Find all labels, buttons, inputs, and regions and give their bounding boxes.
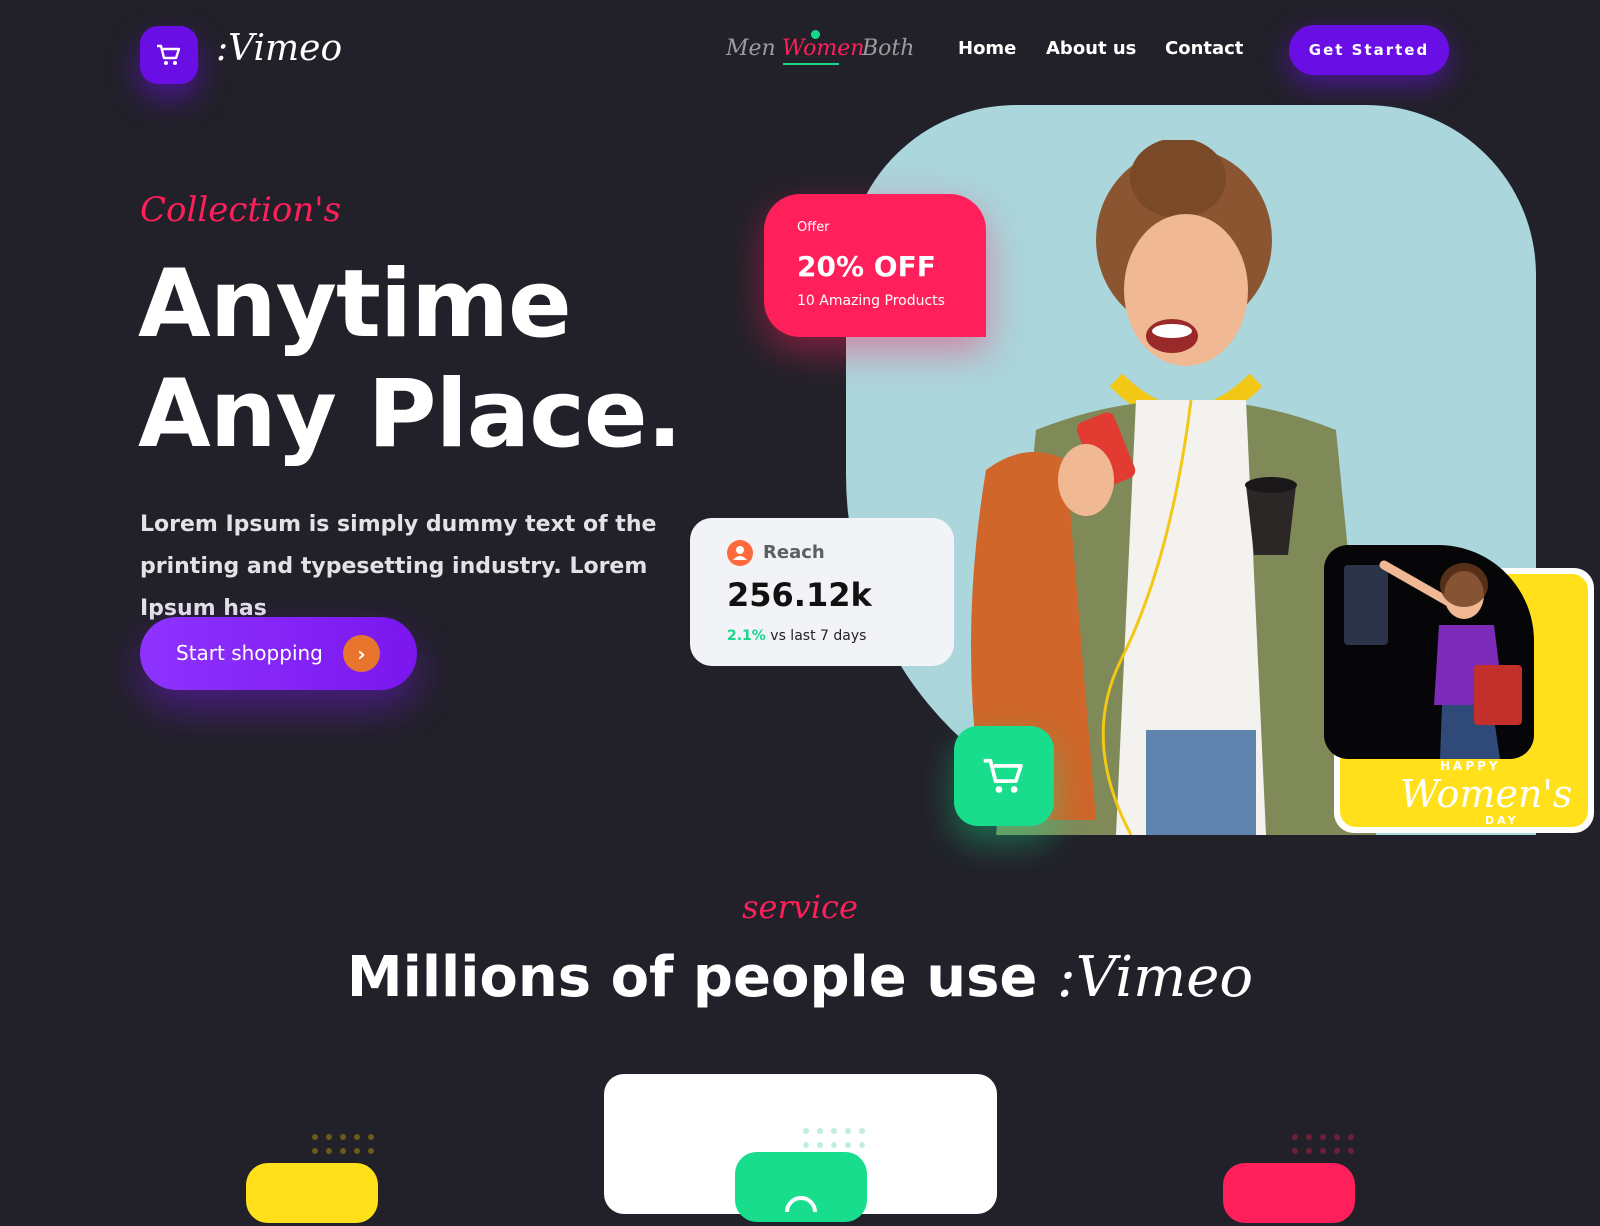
reach-label: Reach	[763, 542, 825, 563]
nav-about-us[interactable]: About us	[1046, 38, 1136, 59]
womens-day-day: DAY	[1485, 814, 1519, 827]
get-started-button[interactable]: Get Started	[1289, 25, 1449, 75]
service-tile-green[interactable]	[735, 1152, 867, 1222]
gender-tab-women[interactable]: Women	[782, 36, 864, 61]
decorative-dots-green	[803, 1128, 865, 1148]
hero-title-line-2: Any Place.	[138, 360, 682, 469]
reach-change-suffix: vs last 7 days	[765, 628, 867, 644]
reach-change: 2.1% vs last 7 days	[727, 628, 866, 644]
hero-description: Lorem Ipsum is simply dummy text of the …	[140, 512, 657, 621]
cart-icon	[157, 44, 181, 65]
chevron-right-icon: ›	[343, 635, 380, 672]
cloud-icon	[785, 1196, 817, 1213]
reach-change-percent: 2.1%	[727, 628, 766, 644]
brand-logo-text[interactable]: :Vimeo	[216, 28, 342, 69]
gender-tab-men[interactable]: Men	[726, 36, 776, 61]
hero-title: Anytime Any Place.	[138, 250, 682, 470]
start-shopping-label: Start shopping	[176, 641, 323, 665]
decorative-dots-yellow	[312, 1134, 374, 1154]
service-tile-pink[interactable]	[1223, 1163, 1355, 1223]
shopper-photo	[1344, 560, 1522, 759]
nav-contact[interactable]: Contact	[1165, 38, 1243, 59]
decorative-dots-pink	[1292, 1134, 1354, 1154]
services-title: Millions of people use :Vimeo	[0, 945, 1600, 1010]
offer-subtext: 10 Amazing Products	[797, 293, 945, 309]
cart-icon	[983, 758, 1023, 793]
logo-badge[interactable]	[140, 26, 198, 84]
start-shopping-button[interactable]: Start shopping ›	[140, 617, 417, 690]
service-tile-yellow[interactable]	[246, 1163, 378, 1223]
offer-card[interactable]: Offer 20% OFF 10 Amazing Products	[764, 194, 986, 337]
nav-home[interactable]: Home	[958, 38, 1016, 59]
reach-value: 256.12k	[727, 576, 872, 614]
hero-eyebrow: Collection's	[140, 190, 342, 230]
cart-button[interactable]	[954, 726, 1054, 826]
services-eyebrow: service	[742, 888, 858, 926]
hero-title-line-1: Anytime	[138, 250, 572, 359]
user-icon	[727, 540, 753, 566]
womens-day-happy: HAPPY	[1440, 759, 1501, 773]
reach-stats-card: Reach 256.12k 2.1% vs last 7 days	[690, 518, 954, 666]
shopper-photo-card	[1324, 545, 1534, 759]
services-title-text: Millions of people use	[346, 945, 1057, 1010]
womens-day-title: Women's	[1400, 772, 1573, 816]
active-tab-underline	[783, 63, 839, 65]
services-title-brand: :Vimeo	[1056, 945, 1254, 1010]
offer-label: Offer	[797, 220, 830, 235]
offer-headline: 20% OFF	[797, 250, 936, 283]
gender-tab-both[interactable]: Both	[862, 36, 914, 61]
